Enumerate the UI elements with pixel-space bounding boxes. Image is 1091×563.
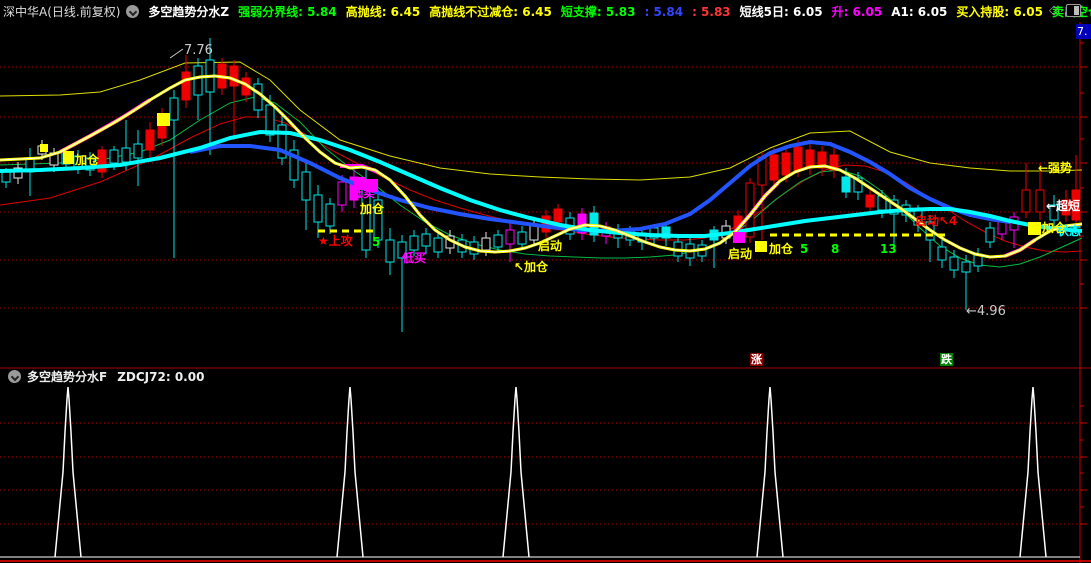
topbar-item: : 5.83 (692, 4, 731, 19)
candle-body (181, 71, 191, 101)
topbar-item: 短线5日: 6.05 (739, 4, 823, 19)
topbar-right-icons: ◇ (1049, 4, 1081, 17)
candle-body (985, 227, 995, 243)
chart-annotation: 8 (831, 242, 840, 256)
chart-annotation: 低买 (402, 251, 427, 265)
signal-marker (733, 232, 745, 243)
signal-marker (755, 241, 767, 252)
candle-body (781, 152, 791, 176)
signal-spike (756, 386, 784, 558)
peak-pointer-line (169, 48, 184, 59)
candle-body (229, 65, 239, 87)
candle-body (385, 239, 395, 263)
main-candlestick-chart[interactable] (0, 22, 1091, 368)
chart-annotation: 启动 (538, 239, 563, 253)
candle-body (937, 246, 947, 261)
candle-body (1021, 189, 1031, 213)
candle-body (517, 231, 527, 245)
topbar-item: 升: 6.05 (831, 4, 883, 19)
candle-body (433, 237, 443, 253)
chart-annotation: ←超短 (1046, 199, 1081, 213)
chart-annotation: ↖加仓 (514, 260, 549, 274)
topbar-item: 多空趋势分水Z (148, 4, 230, 19)
chart-annotation: ←4.96 (966, 304, 1006, 319)
candle-body (109, 149, 119, 164)
signal-spike (502, 386, 530, 558)
indicator-topbar: 深中华A(日线.前复权) 多空趋势分水Z 强弱分界线: 5.84 高抛线: 6.45… (0, 0, 1091, 22)
candle-body (121, 147, 131, 163)
topbar-item: : 5.84 (644, 4, 684, 19)
candle-body (1035, 189, 1045, 213)
chart-annotation: 加仓 (360, 202, 385, 216)
candle-body (505, 229, 515, 245)
updown-badge: 跌 (940, 353, 953, 366)
candle-body (337, 181, 347, 206)
candle-body (949, 256, 959, 271)
chart-annotation: 5 (372, 235, 381, 249)
signal-spike (336, 386, 364, 558)
blue-ma-line (189, 139, 1011, 234)
candle-body (421, 233, 431, 247)
signal-spike (1019, 386, 1047, 558)
candle-body (481, 237, 491, 251)
candle-body (793, 146, 803, 171)
stock-title: 深中华A(日线.前复权) (3, 4, 121, 19)
candle-body (133, 143, 143, 159)
diamond-icon[interactable]: ◇ (1049, 4, 1059, 17)
candle-body (529, 225, 539, 241)
topbar-item: 高抛线: 6.45 (345, 4, 421, 19)
candle-body (553, 208, 563, 223)
chart-annotation: 启动↖4 (915, 214, 958, 228)
topbar-item: 买入持股: 6.05 (956, 4, 1044, 19)
candle-body (97, 149, 107, 173)
chart-annotation: 5 (800, 242, 809, 256)
signal-spike (54, 386, 82, 558)
chevron-circle-icon[interactable] (126, 4, 140, 18)
signal-marker (63, 151, 74, 164)
candle-body (409, 235, 419, 251)
updown-badge: 涨 (750, 353, 763, 366)
chart-annotation: ←强势 (1038, 161, 1073, 175)
panel-toggle-icon[interactable] (1066, 4, 1081, 17)
ribbon-yellow-line (0, 74, 1083, 259)
chart-annotation: 低卖 (351, 186, 376, 200)
candle-body (169, 97, 179, 121)
candle-body (493, 234, 503, 248)
signal-spike-subchart[interactable] (0, 366, 1091, 563)
signal-marker (40, 144, 48, 152)
candle-body (805, 149, 815, 168)
topbar-item: A1: 6.05 (891, 4, 948, 19)
candle-body (145, 129, 155, 151)
candle-body (301, 171, 311, 201)
chart-annotation: 加仓 (1042, 221, 1067, 235)
topbar-item: 强弱分界线: 5.84 (238, 4, 337, 19)
candle-body (253, 83, 263, 111)
candle-body (961, 261, 971, 273)
candle-body (325, 203, 335, 227)
candle-body (1, 171, 11, 183)
candle-body (769, 154, 779, 181)
topbar-item: 高抛线不过减仓: 6.45 (429, 4, 552, 19)
chart-annotation: 13 (880, 242, 897, 256)
topbar-items: 多空趋势分水Z 强弱分界线: 5.84 高抛线: 6.45 高抛线不过减仓: 6.45… (139, 3, 1091, 20)
signal-marker (1028, 222, 1041, 235)
price-axis-label: 7. (1076, 24, 1091, 39)
candle-body (193, 65, 203, 96)
ribbon-white-core (0, 75, 1083, 258)
candle-body (997, 221, 1007, 235)
candle-body (865, 194, 875, 208)
chart-annotation: ★上攻 (318, 234, 353, 248)
chart-annotation: 加仓 (769, 242, 794, 256)
topbar-item: 短支撑: 5.83 (560, 4, 636, 19)
signal-marker (157, 113, 170, 126)
chart-annotation: 启动 (728, 247, 753, 261)
chart-annotation: 7.76 (184, 43, 213, 58)
chart-annotation: 加仓 (75, 153, 100, 167)
candle-body (841, 176, 851, 193)
trading-terminal-window: 深中华A(日线.前复权) 多空趋势分水Z 强弱分界线: 5.84 高抛线: 6.45… (0, 0, 1091, 563)
candle-body (313, 194, 323, 223)
